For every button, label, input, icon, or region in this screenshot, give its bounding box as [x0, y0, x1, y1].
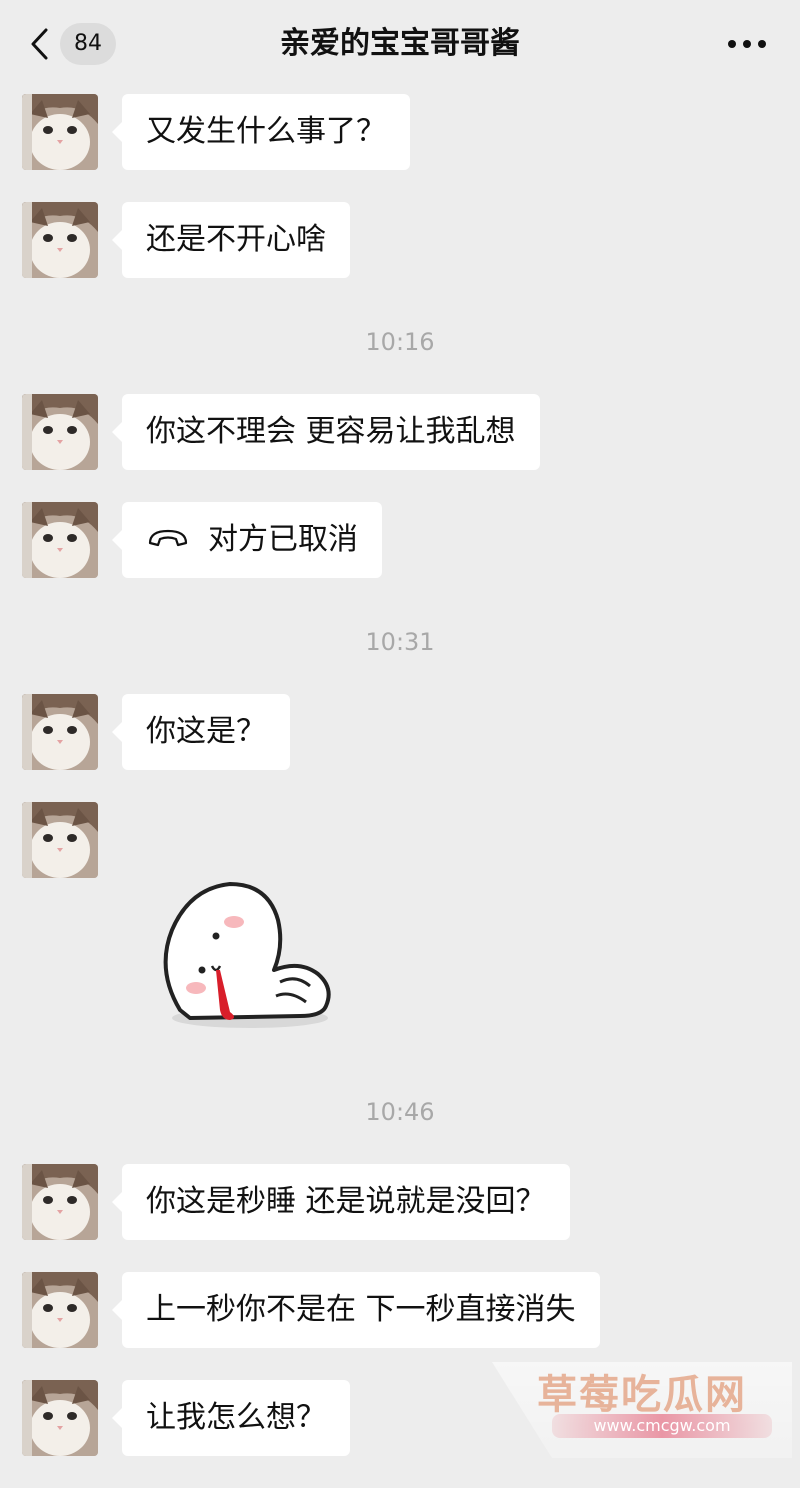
call-status-bubble[interactable]: 对方已取消	[112, 502, 382, 578]
timestamp: 10:46	[365, 1098, 435, 1126]
avatar[interactable]	[22, 802, 98, 878]
avatar[interactable]	[22, 1272, 98, 1348]
message-bubble[interactable]: 你这是秒睡 还是说就是没回？	[112, 1164, 570, 1240]
site-watermark: 草莓吃瓜网 www.cmcgw.com	[492, 1362, 792, 1458]
message-bubble[interactable]: 让我怎么想？	[112, 1380, 350, 1456]
avatar[interactable]	[22, 94, 98, 170]
avatar[interactable]	[22, 202, 98, 278]
cat-avatar-icon	[22, 394, 98, 470]
avatar[interactable]	[22, 502, 98, 578]
chat-header: 84 亲爱的宝宝哥哥酱	[0, 0, 800, 88]
more-dots-icon[interactable]	[728, 38, 768, 50]
avatar[interactable]	[22, 1164, 98, 1240]
cat-avatar-icon	[22, 94, 98, 170]
watermark-title: 草莓吃瓜网	[537, 1372, 747, 1418]
call-status-text: 对方已取消	[208, 522, 358, 557]
unread-count-badge[interactable]: 84	[60, 23, 116, 65]
cat-avatar-icon	[22, 502, 98, 578]
chevron-left-icon[interactable]	[28, 26, 50, 62]
message-bubble[interactable]: 你这是？	[112, 694, 290, 770]
phone-hangup-icon	[148, 529, 188, 546]
cat-avatar-icon	[22, 1272, 98, 1348]
cat-avatar-icon	[22, 1164, 98, 1240]
bleeding-ghost-sticker[interactable]	[150, 870, 350, 1050]
cat-avatar-icon	[22, 202, 98, 278]
message-bubble[interactable]: 还是不开心啥	[112, 202, 350, 278]
message-bubble[interactable]: 上一秒你不是在 下一秒直接消失	[112, 1272, 600, 1348]
avatar[interactable]	[22, 694, 98, 770]
chat-title: 亲爱的宝宝哥哥酱	[280, 26, 520, 61]
watermark-url: www.cmcgw.com	[552, 1414, 772, 1438]
cat-avatar-icon	[22, 802, 98, 878]
timestamp: 10:31	[365, 628, 435, 656]
message-bubble[interactable]: 又发生什么事了？	[112, 94, 410, 170]
message-bubble[interactable]: 你这不理会 更容易让我乱想	[112, 394, 540, 470]
cat-avatar-icon	[22, 1380, 98, 1456]
timestamp: 10:16	[365, 328, 435, 356]
avatar[interactable]	[22, 1380, 98, 1456]
avatar[interactable]	[22, 394, 98, 470]
cat-avatar-icon	[22, 694, 98, 770]
